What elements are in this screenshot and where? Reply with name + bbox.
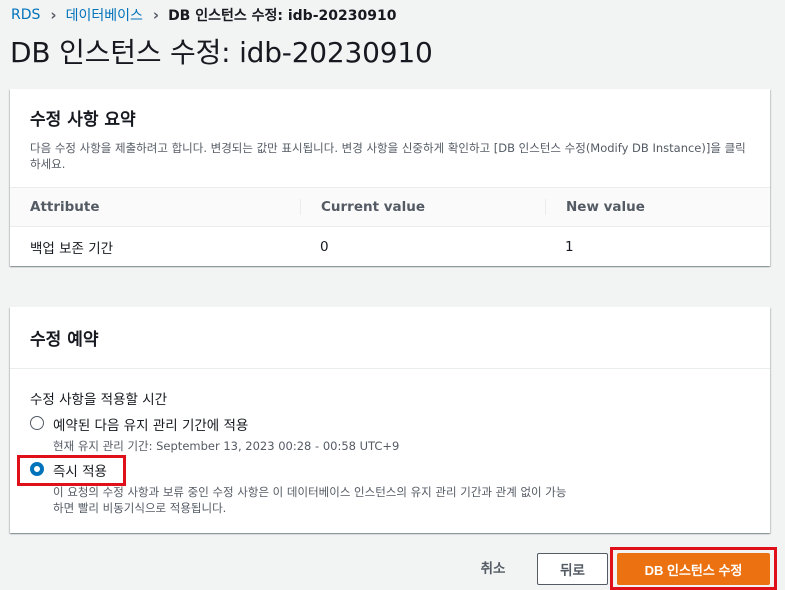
breadcrumb-databases-link[interactable]: 데이터베이스 (66, 5, 143, 25)
option-label: 즉시 적용 (53, 464, 107, 480)
radio-button[interactable] (30, 416, 44, 430)
schedule-panel: 수정 예약 수정 사항을 적용할 시간 예약된 다음 유지 관리 기간에 적용 … (10, 307, 770, 533)
summary-description: 다음 수정 사항을 제출하려고 합니다. 변경되는 값만 표시됩니다. 변경 사… (30, 141, 746, 171)
option-description: 이 요청의 수정 사항과 보류 중인 수정 사항은 이 데이터베이스 인스턴스의… (53, 485, 567, 515)
summary-header: 수정 사항 요약 다음 수정 사항을 제출하려고 합니다. 변경되는 값만 표시… (10, 89, 770, 172)
page-title: DB 인스턴스 수정: idb-20230910 (10, 36, 433, 69)
column-header-new-value: New value (545, 187, 770, 227)
chevron-right-icon: › (152, 6, 160, 24)
cell-current-text: 0 (320, 239, 329, 255)
column-header-current-label: Current value (300, 199, 545, 215)
breadcrumb-current: DB 인스턴스 수정: idb-20230910 (168, 8, 397, 24)
schedule-body: 수정 사항을 적용할 시간 예약된 다음 유지 관리 기간에 적용 현재 유지 … (10, 369, 770, 516)
option-label: 예약된 다음 유지 관리 기간에 적용 (53, 418, 249, 434)
cell-attribute: 백업 보존 기간 (30, 241, 114, 257)
option-text: 즉시 적용 이 요청의 수정 사항과 보류 중인 수정 사항은 이 데이터베이스… (53, 460, 573, 516)
option-text: 예약된 다음 유지 관리 기간에 적용 현재 유지 관리 기간: Septemb… (53, 414, 399, 454)
breadcrumb-rds-link[interactable]: RDS (11, 7, 40, 23)
schedule-header: 수정 예약 (10, 307, 770, 369)
summary-table: Attribute Current value New value 백업 보존 … (10, 187, 770, 267)
apply-time-label: 수정 사항을 적용할 시간 (30, 392, 168, 408)
highlight-box-submit (610, 547, 777, 590)
cell-current-value: 0 (300, 227, 545, 268)
cell-new-value: 1 (545, 227, 770, 268)
highlight-box-apply-immediately (17, 455, 126, 486)
option-next-maintenance[interactable]: 예약된 다음 유지 관리 기간에 적용 현재 유지 관리 기간: Septemb… (30, 414, 750, 454)
table-header-row: Attribute Current value New value (10, 187, 770, 227)
schedule-title: 수정 예약 (30, 330, 99, 350)
option-apply-immediately[interactable]: 즉시 적용 이 요청의 수정 사항과 보류 중인 수정 사항은 이 데이터베이스… (30, 460, 750, 516)
cancel-button[interactable]: 취소 (470, 553, 516, 585)
table-row: 백업 보존 기간 0 1 (10, 227, 770, 268)
breadcrumb: RDS › 데이터베이스 › DB 인스턴스 수정: idb-20230910 (11, 5, 396, 25)
chevron-right-icon: › (50, 6, 57, 24)
column-header-current-value: Current value (300, 187, 545, 227)
summary-title: 수정 사항 요약 (30, 110, 136, 130)
summary-panel: 수정 사항 요약 다음 수정 사항을 제출하려고 합니다. 변경되는 값만 표시… (10, 89, 770, 266)
column-header-new-label: New value (545, 199, 770, 215)
cell-new-text: 1 (565, 239, 574, 255)
option-description: 현재 유지 관리 기간: September 13, 2023 00:28 - … (53, 439, 400, 453)
column-header-attribute: Attribute (10, 187, 300, 227)
back-button[interactable]: 뒤로 (537, 553, 608, 585)
